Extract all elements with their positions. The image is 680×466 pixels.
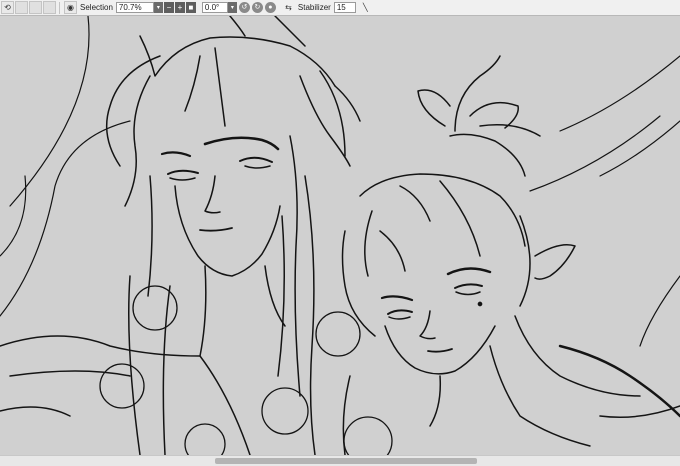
reset-rotation-icon[interactable]: ● (264, 2, 276, 13)
fit-icon[interactable]: ■ (185, 2, 196, 13)
eye-icon[interactable]: ◉ (64, 1, 77, 14)
zoom-dropdown-icon[interactable]: ▾ (153, 2, 163, 13)
canvas-toolbar: ⟲ ◉ Selection 70.7% ▾ − + ■ 0.0° ▾ ↺ ↻ ●… (0, 0, 680, 16)
toolbar-button-blank-3[interactable] (43, 1, 56, 14)
background-strokes (0, 16, 680, 347)
stabilizer-field[interactable]: 15 (333, 2, 356, 13)
toolbar-separator (59, 1, 60, 14)
guide-circles (99, 285, 393, 455)
horizontal-scrollbar[interactable] (0, 455, 680, 466)
line-tool-icon[interactable]: ╲ (359, 1, 372, 14)
zoom-in-icon[interactable]: + (174, 2, 185, 13)
zoom-out-icon[interactable]: − (163, 2, 174, 13)
rotate-right-icon[interactable]: ↻ (251, 2, 263, 13)
rotate-left-icon[interactable]: ↺ (238, 2, 250, 13)
flip-icon[interactable]: ⇆ (282, 1, 295, 14)
stabilizer-label: Stabilizer (297, 3, 331, 12)
toolbar-button-blank-2[interactable] (29, 1, 42, 14)
drawing-canvas[interactable] (0, 16, 680, 455)
right-figure (341, 55, 680, 455)
rotation-field[interactable]: 0.0° (201, 2, 228, 13)
left-figure (0, 16, 361, 455)
undo-icon[interactable]: ⟲ (1, 1, 14, 14)
line-art-sketch (0, 16, 680, 455)
tool-label: Selection (80, 3, 113, 12)
scrollbar-thumb[interactable] (215, 458, 477, 464)
toolbar-button-blank-1[interactable] (15, 1, 28, 14)
zoom-field[interactable]: 70.7% (115, 2, 154, 13)
rotation-dropdown-icon[interactable]: ▾ (227, 2, 237, 13)
